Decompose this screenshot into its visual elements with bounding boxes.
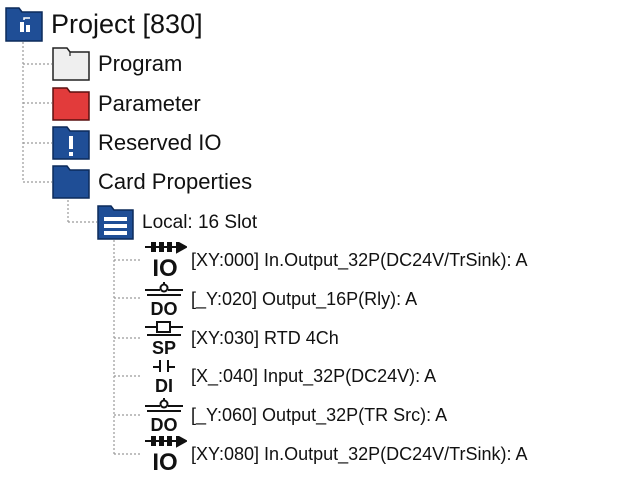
folder-exclamation-icon <box>52 126 90 160</box>
module-label: [XY:030] RTD 4Ch <box>191 328 339 348</box>
tree-node-local-slot[interactable]: Local: 16 Slot <box>97 204 257 240</box>
local-slot-label: Local: 16 Slot <box>142 211 258 233</box>
svg-text:DI: DI <box>155 376 173 394</box>
project-folder-icon <box>5 7 43 42</box>
tree-node-module-xy080[interactable]: IO [XY:080] In.Output_32P(DC24V/TrSink):… <box>143 436 528 472</box>
folder-icon <box>52 165 90 199</box>
do-module-icon: DO <box>145 398 183 433</box>
module-label: [_Y:020] Output_16P(Rly): A <box>191 289 418 309</box>
di-module-icon: DI <box>153 360 175 394</box>
folder-icon <box>52 87 90 121</box>
tree-node-reserved-io[interactable]: Reserved IO <box>52 125 222 161</box>
project-label: Project [830] <box>51 8 203 39</box>
svg-text:SP: SP <box>152 338 176 356</box>
parameter-label: Parameter <box>98 91 201 116</box>
tree-node-module-y060[interactable]: DO [_Y:060] Output_32P(TR Src): A <box>143 397 447 433</box>
tree-node-parameter[interactable]: Parameter <box>52 86 201 122</box>
svg-text:DO: DO <box>151 299 178 317</box>
rack-list-icon <box>97 204 134 240</box>
tree-node-program[interactable]: Program <box>52 46 182 82</box>
tree-node-module-y020[interactable]: DO [_Y:020] Output_16P(Rly): A <box>143 281 417 317</box>
svg-text:IO: IO <box>152 255 177 278</box>
do-module-icon: DO <box>145 282 183 317</box>
tree-node-module-xy030[interactable]: SP [XY:030] RTD 4Ch <box>143 320 339 356</box>
module-label: [XY:080] In.Output_32P(DC24V/TrSink): A <box>191 444 528 464</box>
tree-node-module-xy000[interactable]: IO [XY:000] In.Output_32P(DC24V/TrSink):… <box>143 242 528 278</box>
project-tree: Project [830] Program Parameter Reserved… <box>0 0 640 478</box>
module-label: [XY:000] In.Output_32P(DC24V/TrSink): A <box>191 250 528 270</box>
module-label: [X_:040] Input_32P(DC24V): A <box>191 366 437 386</box>
tree-node-module-x040[interactable]: DI [X_:040] Input_32P(DC24V): A <box>143 358 436 394</box>
io-module-icon: IO <box>145 242 187 278</box>
program-label: Program <box>98 51 183 76</box>
io-module-icon: IO <box>145 436 187 472</box>
card-properties-label: Card Properties <box>98 169 253 194</box>
module-label: [_Y:060] Output_32P(TR Src): A <box>191 405 448 425</box>
svg-text:IO: IO <box>152 449 177 472</box>
tree-node-project[interactable]: Project [830] <box>5 5 203 43</box>
svg-text:DO: DO <box>151 415 178 433</box>
tree-node-card-properties[interactable]: Card Properties <box>52 164 252 200</box>
folder-icon <box>52 47 90 81</box>
reserved-io-label: Reserved IO <box>98 130 222 155</box>
sp-module-icon: SP <box>145 321 183 356</box>
